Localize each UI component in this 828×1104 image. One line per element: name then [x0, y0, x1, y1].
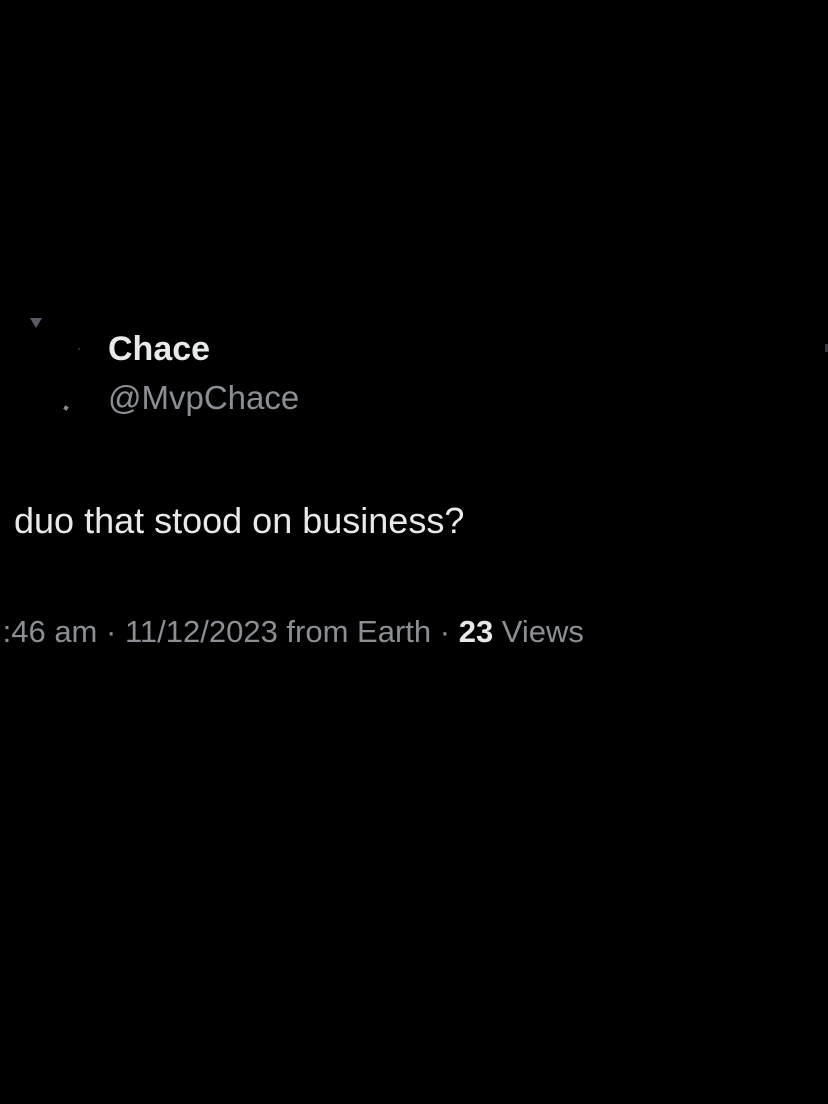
tweet-text: duo that stood on business?: [14, 500, 465, 541]
avatar-image-fragment: [63, 405, 69, 411]
views-label: Views: [493, 614, 584, 649]
meta-separator: ·: [431, 614, 459, 649]
tweet-date[interactable]: 11/12/2023: [125, 614, 278, 649]
avatar[interactable]: [18, 310, 94, 422]
tweet-source: from Earth: [277, 614, 432, 649]
author-handle[interactable]: @MvpChace: [108, 379, 299, 417]
tweet-time[interactable]: !:46 am: [0, 614, 97, 649]
views-count[interactable]: 23: [459, 614, 493, 649]
meta-separator: ·: [97, 614, 125, 649]
tweet-meta: !:46 am · 11/12/2023 from Earth · 23 Vie…: [0, 614, 584, 650]
author-display-name[interactable]: Chace: [108, 330, 210, 369]
avatar-image-fragment: [30, 318, 42, 328]
tweet-detail: Chace @MvpChace duo that stood on busine…: [0, 0, 828, 1104]
avatar-image-fragment: [78, 348, 80, 350]
